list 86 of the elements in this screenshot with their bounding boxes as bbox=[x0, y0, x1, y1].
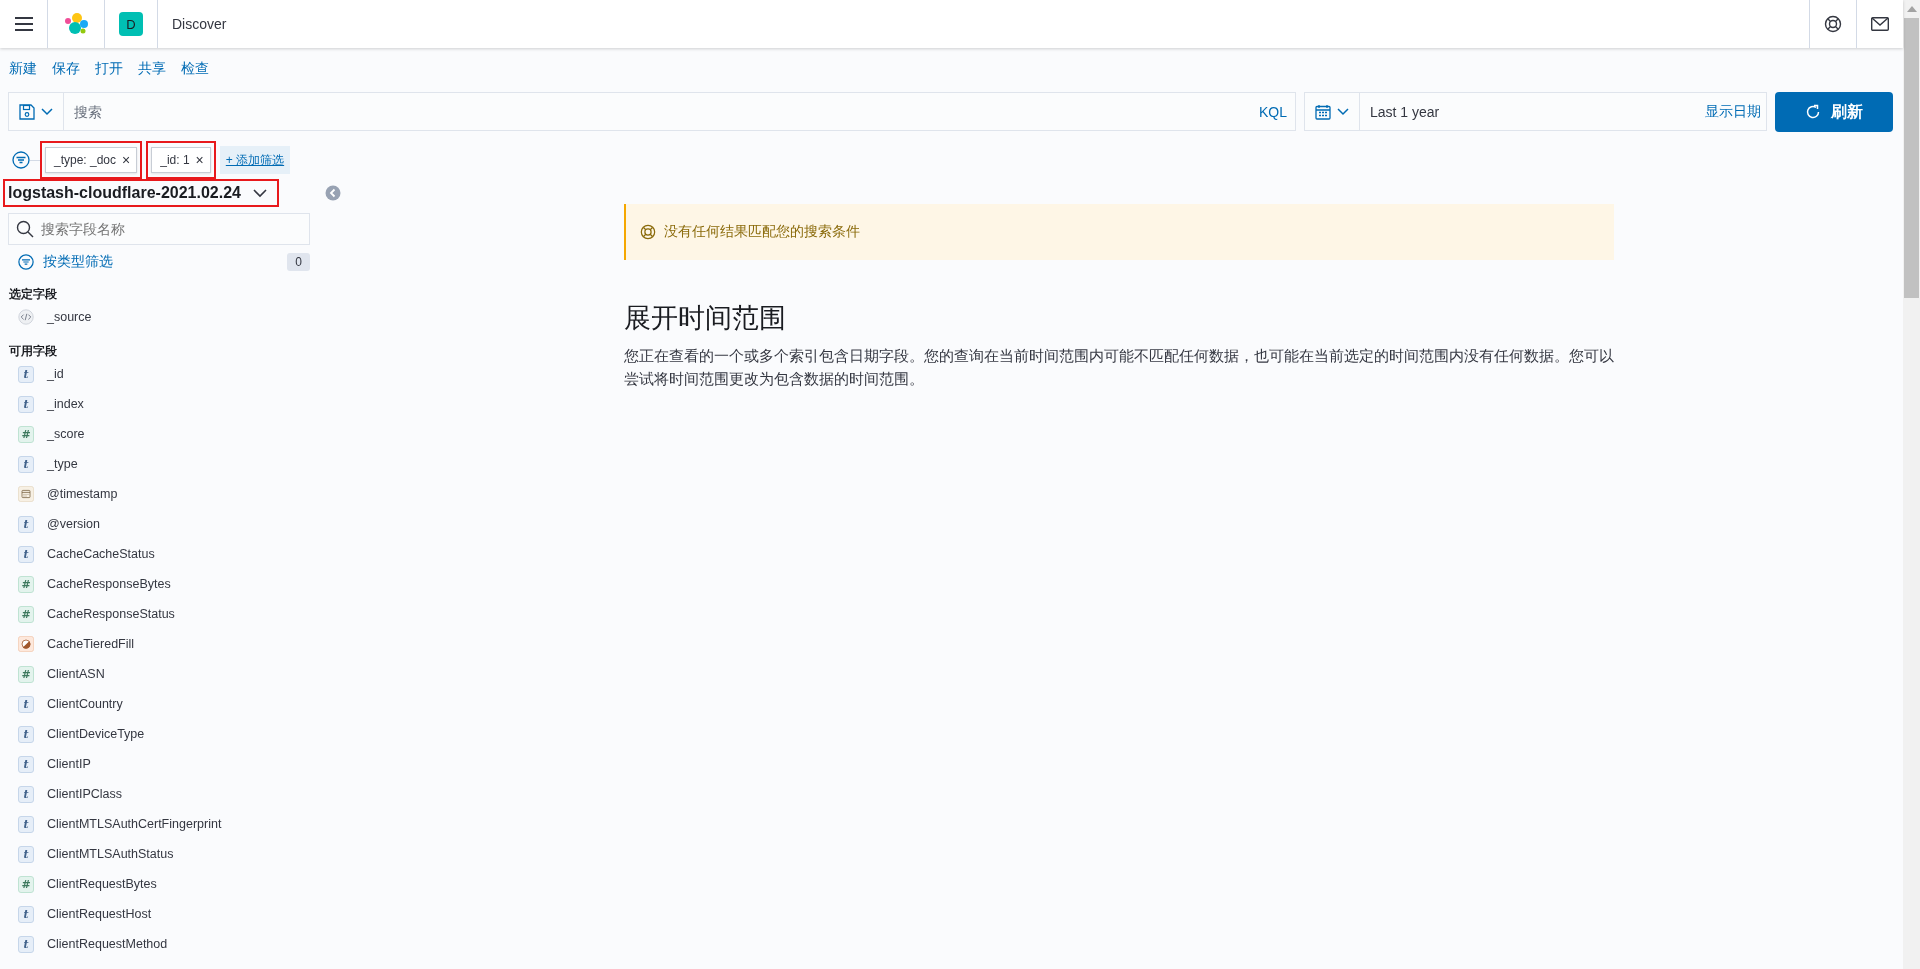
filter-label[interactable]: _type: _doc bbox=[54, 153, 117, 167]
half-circle-type-icon bbox=[18, 636, 34, 652]
field-type-badge: t bbox=[18, 845, 34, 863]
remove-filter-button[interactable]: × bbox=[122, 152, 131, 168]
field-item[interactable]: t _id bbox=[3, 359, 313, 389]
show-dates-link[interactable]: 显示日期 bbox=[1700, 102, 1766, 121]
field-item[interactable]: t ClientIPClass bbox=[3, 779, 313, 809]
field-type-badge: # bbox=[18, 665, 34, 683]
field-type-badge: t bbox=[18, 545, 34, 563]
filter-icon bbox=[18, 254, 34, 270]
field-type-badge: t bbox=[18, 785, 34, 803]
field-item[interactable]: _source bbox=[3, 302, 313, 332]
chevron-down-icon bbox=[253, 188, 267, 198]
filter-icon[interactable] bbox=[12, 151, 30, 169]
chevron-down-icon bbox=[1337, 107, 1349, 116]
field-item[interactable]: t _index bbox=[3, 389, 313, 419]
field-type-badge: t bbox=[18, 515, 34, 533]
scrollbar-drawing[interactable] bbox=[1903, 0, 1920, 969]
field-item[interactable]: t ClientIP bbox=[3, 749, 313, 779]
field-item[interactable]: t CacheCacheStatus bbox=[3, 539, 313, 569]
field-item[interactable]: # CacheResponseStatus bbox=[3, 599, 313, 629]
section-heading: 可用字段 bbox=[8, 343, 58, 359]
field-type-badge: t bbox=[18, 755, 34, 773]
top-menu-link[interactable]: 保存 bbox=[47, 58, 85, 80]
search-icon bbox=[16, 220, 34, 238]
field-item[interactable]: t @version bbox=[3, 509, 313, 539]
calendar-icon bbox=[1315, 103, 1331, 120]
count-badge: 0 bbox=[287, 253, 310, 271]
field-item[interactable]: t _type bbox=[3, 449, 313, 479]
field-type-badge: t bbox=[18, 395, 34, 413]
field-item[interactable]: t ClientRequestHost bbox=[3, 899, 313, 929]
field-type-badge: t bbox=[18, 935, 34, 953]
field-type-badge: t bbox=[18, 695, 34, 713]
field-item[interactable]: @timestamp bbox=[3, 479, 313, 509]
calendar-type-icon bbox=[18, 486, 34, 502]
chevron-down-icon bbox=[41, 107, 53, 116]
field-type-badge: # bbox=[18, 575, 34, 593]
field-search-input[interactable]: 搜索字段名称 bbox=[8, 213, 310, 245]
top-menu-link[interactable]: 新建 bbox=[4, 58, 42, 80]
code-type-icon bbox=[18, 309, 34, 325]
mail-icon bbox=[1871, 17, 1889, 31]
query-language-button[interactable]: KQL bbox=[1254, 103, 1295, 120]
field-type-badge: t bbox=[18, 455, 34, 473]
field-type-badge: t bbox=[18, 365, 34, 383]
field-item[interactable]: CacheTieredFill bbox=[3, 629, 313, 659]
field-type-badge: # bbox=[18, 605, 34, 623]
field-type-badge: t bbox=[18, 905, 34, 923]
remove-filter-button[interactable]: × bbox=[195, 152, 204, 168]
collapse-sidebar-icon[interactable] bbox=[325, 185, 341, 201]
refresh-icon bbox=[1805, 104, 1821, 120]
field-item[interactable]: t ClientMTLSAuthCertFingerprint bbox=[3, 809, 313, 839]
lifebuoy-icon bbox=[640, 224, 656, 240]
refresh-button[interactable]: 刷新 bbox=[1775, 92, 1893, 132]
field-type-badge: # bbox=[18, 875, 34, 893]
section-description: 您正在查看的一个或多个索引包含日期字段。您的查询在当前时间范围内可能不匹配任何数据，也可能在当前选定的时间范围内没有任何数据。您可以尝试将时间范围更改为包含数据的时间范围。 bbox=[624, 346, 1614, 390]
field-type-badge: # bbox=[18, 425, 34, 443]
field-item[interactable]: t ClientCountry bbox=[3, 689, 313, 719]
callout-text: 没有任何结果匹配您的搜索条件 bbox=[664, 223, 860, 241]
filter-pill[interactable]: _id: 1 × bbox=[151, 147, 211, 173]
field-item[interactable]: # CacheResponseBytes bbox=[3, 569, 313, 599]
field-item[interactable]: t ClientMTLSAuthStatus bbox=[3, 839, 313, 869]
top-menu-link[interactable]: 共享 bbox=[133, 58, 171, 80]
time-picker[interactable]: Last 1 year 显示日期 bbox=[1304, 92, 1767, 131]
add-filter-link[interactable]: + 添加筛选 bbox=[219, 146, 291, 174]
field-item[interactable]: # ClientRequestBytes bbox=[3, 869, 313, 899]
filter-label[interactable]: _id: 1 bbox=[160, 153, 190, 167]
top-menu-link[interactable]: 打开 bbox=[90, 58, 128, 80]
filter-pill[interactable]: _type: _doc × bbox=[45, 147, 138, 173]
section-title: 展开时间范围 bbox=[624, 302, 787, 335]
menu-icon bbox=[14, 17, 33, 31]
query-input[interactable]: 搜索 bbox=[64, 103, 1254, 120]
time-range-text: Last 1 year bbox=[1369, 103, 1441, 120]
section-heading: 选定字段 bbox=[8, 286, 58, 302]
field-item[interactable]: t ClientRequestMethod bbox=[3, 929, 313, 959]
query-field[interactable]: 搜索 KQL bbox=[8, 92, 1296, 131]
lifebuoy-icon bbox=[1824, 15, 1842, 33]
field-type-badge: t bbox=[18, 725, 34, 743]
field-item[interactable]: # _score bbox=[3, 419, 313, 449]
field-type-badge: t bbox=[18, 815, 34, 833]
top-menu-link[interactable]: 检查 bbox=[176, 58, 214, 80]
logo-icon[interactable] bbox=[64, 12, 88, 36]
field-item[interactable]: t ClientDeviceType bbox=[3, 719, 313, 749]
filter-by-type-button[interactable]: 按类型筛选 bbox=[15, 253, 116, 271]
page-title: Discover bbox=[171, 16, 227, 32]
space-avatar[interactable]: D bbox=[119, 12, 143, 36]
field-item[interactable]: # ClientASN bbox=[3, 659, 313, 689]
